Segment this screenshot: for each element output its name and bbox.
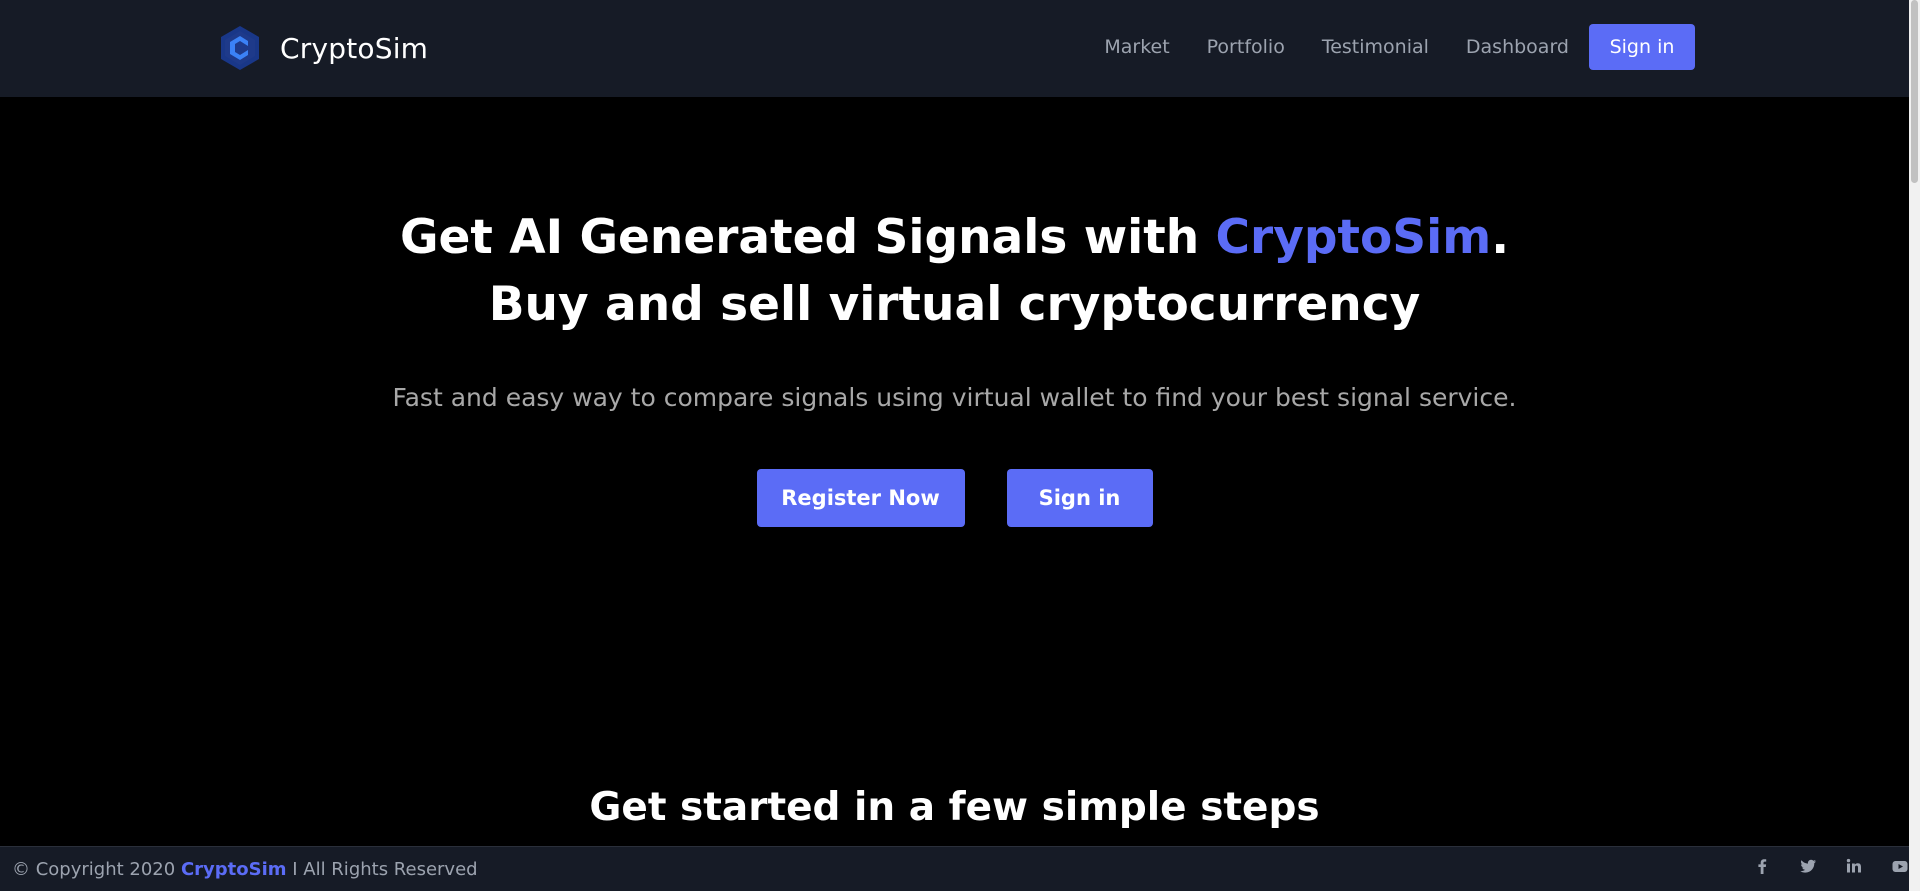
site-header: CryptoSim Market Portfolio Testimonial D… — [0, 0, 1909, 97]
site-footer: © Copyright 2020 CryptoSim I All Rights … — [0, 846, 1909, 891]
hero-title-part1: Get AI Generated Signals with — [399, 210, 1216, 265]
facebook-icon[interactable] — [1753, 857, 1771, 877]
twitter-icon[interactable] — [1799, 857, 1817, 877]
social-links — [1753, 857, 1909, 877]
copyright-text: © Copyright 2020 CryptoSim I All Rights … — [12, 859, 478, 880]
main-nav: Market Portfolio Testimonial Dashboard S… — [1104, 24, 1695, 70]
hero-signin-button[interactable]: Sign in — [1006, 469, 1153, 527]
hero-subtitle: Fast and easy way to compare signals usi… — [392, 383, 1517, 412]
hero-title-accent: CryptoSim — [1215, 210, 1492, 265]
page-scrollbar[interactable] — [1909, 0, 1920, 891]
register-now-button[interactable]: Register Now — [756, 469, 965, 527]
nav-link-portfolio[interactable]: Portfolio — [1207, 36, 1285, 58]
header-signin-button[interactable]: Sign in — [1589, 24, 1695, 70]
hero-actions: Register Now Sign in — [0, 469, 1909, 527]
steps-heading: Get started in a few simple steps — [589, 785, 1320, 830]
copyright-prefix: © Copyright 2020 — [12, 859, 181, 880]
scrollbar-thumb[interactable] — [1911, 0, 1918, 183]
nav-link-market[interactable]: Market — [1104, 36, 1169, 58]
hero-section: Get AI Generated Signals with CryptoSim.… — [0, 97, 1909, 527]
hexagon-c-logo-icon — [221, 26, 259, 70]
nav-link-testimonial[interactable]: Testimonial — [1322, 36, 1429, 58]
youtube-icon[interactable] — [1891, 857, 1909, 877]
nav-link-dashboard[interactable]: Dashboard — [1466, 36, 1569, 58]
hero-title-line2: Buy and sell virtual cryptocurrency — [488, 277, 1421, 332]
hero-title: Get AI Generated Signals with CryptoSim.… — [0, 204, 1909, 338]
linkedin-icon[interactable] — [1845, 857, 1863, 877]
hero-title-part2: . — [1491, 210, 1510, 265]
brand-name: CryptoSim — [280, 31, 429, 65]
brand[interactable]: CryptoSim — [218, 24, 428, 72]
copyright-brand-link[interactable]: CryptoSim — [181, 859, 287, 880]
copyright-suffix: I All Rights Reserved — [286, 859, 478, 880]
